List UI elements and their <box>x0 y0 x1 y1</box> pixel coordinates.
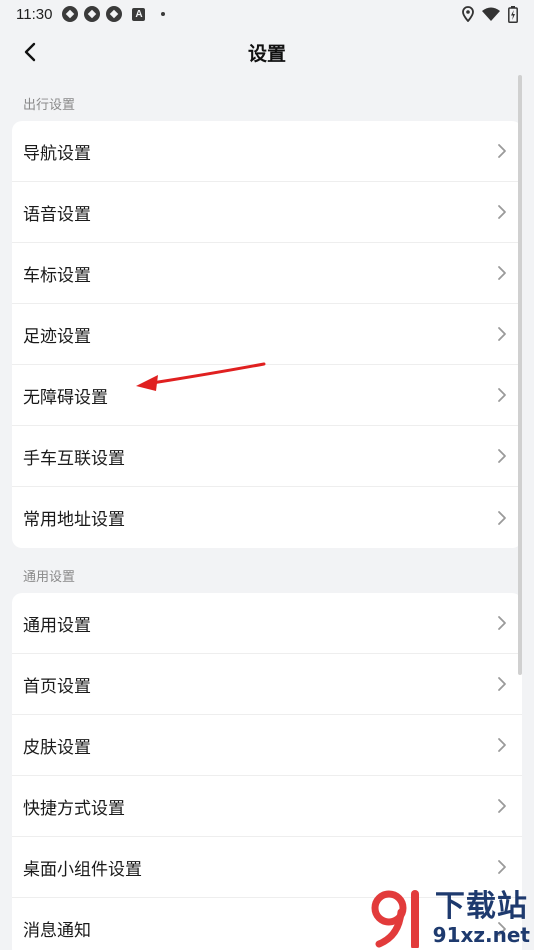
settings-item-label: 首页设置 <box>23 676 91 696</box>
settings-item-label: 导航设置 <box>23 143 91 163</box>
chevron-right-icon <box>498 388 506 402</box>
chevron-right-icon <box>498 738 506 752</box>
page-title: 设置 <box>247 43 286 65</box>
settings-item-label: 皮肤设置 <box>23 737 91 757</box>
notification-icons: A <box>62 6 166 22</box>
settings-item-label: 桌面小组件设置 <box>23 859 142 879</box>
settings-item-voice[interactable]: 语音设置 <box>12 182 522 243</box>
a-icon: A <box>132 7 146 21</box>
settings-item-footprint[interactable]: 足迹设置 <box>12 304 522 365</box>
91-logo <box>371 890 419 948</box>
chevron-right-icon <box>498 327 506 341</box>
watermark-url: 91xz.net <box>432 923 530 947</box>
watermark: 下载站 91xz.net <box>367 888 530 948</box>
system-icons <box>462 5 518 23</box>
title-bar: 设置 <box>0 28 534 76</box>
status-time: 11:30 <box>16 5 53 23</box>
settings-item-label: 手车互联设置 <box>23 448 125 468</box>
app-icon <box>106 6 123 22</box>
settings-item-general[interactable]: 通用设置 <box>12 593 522 654</box>
wifi-icon <box>482 7 500 21</box>
chevron-right-icon <box>498 266 506 280</box>
chevron-right-icon <box>498 144 506 158</box>
chevron-right-icon <box>498 860 506 874</box>
settings-item-navigation[interactable]: 导航设置 <box>12 121 522 182</box>
settings-item-label: 足迹设置 <box>23 326 91 346</box>
settings-item-accessibility[interactable]: 无障碍设置 <box>12 365 522 426</box>
settings-item-homepage[interactable]: 首页设置 <box>12 654 522 715</box>
settings-item-phone-car-link[interactable]: 手车互联设置 <box>12 426 522 487</box>
scrollbar[interactable] <box>518 75 522 675</box>
chevron-right-icon <box>498 510 506 525</box>
chevron-left-icon <box>24 42 36 62</box>
back-button[interactable] <box>14 36 46 68</box>
app-icon <box>62 6 79 22</box>
settings-item-label: 快捷方式设置 <box>23 798 125 818</box>
settings-item-shortcut[interactable]: 快捷方式设置 <box>12 776 522 837</box>
settings-item-label: 车标设置 <box>23 265 91 285</box>
settings-item-label: 通用设置 <box>23 615 91 635</box>
location-icon <box>462 6 474 22</box>
app-icon <box>84 6 101 22</box>
section-label-general: 通用设置 <box>23 569 76 584</box>
settings-item-label: 无障碍设置 <box>23 387 108 407</box>
settings-item-label: 语音设置 <box>23 204 91 224</box>
section-label-travel: 出行设置 <box>23 97 76 112</box>
settings-item-car-icon[interactable]: 车标设置 <box>12 243 522 304</box>
battery-icon <box>508 5 518 23</box>
chevron-right-icon <box>498 205 506 219</box>
chevron-right-icon <box>498 449 506 463</box>
settings-item-frequent-address[interactable]: 常用地址设置 <box>12 487 522 548</box>
settings-card-travel: 导航设置 语音设置 车标设置 足迹设置 无障碍设置 手车互联设置 常用地址设置 <box>12 121 522 548</box>
chevron-right-icon <box>498 799 506 813</box>
settings-item-label: 常用地址设置 <box>23 510 125 529</box>
dot-icon <box>161 12 166 16</box>
chevron-right-icon <box>498 677 506 691</box>
settings-item-skin[interactable]: 皮肤设置 <box>12 715 522 776</box>
chevron-right-icon <box>498 616 506 630</box>
watermark-title: 下载站 <box>434 889 528 924</box>
status-bar: 11:30 A <box>0 0 534 28</box>
